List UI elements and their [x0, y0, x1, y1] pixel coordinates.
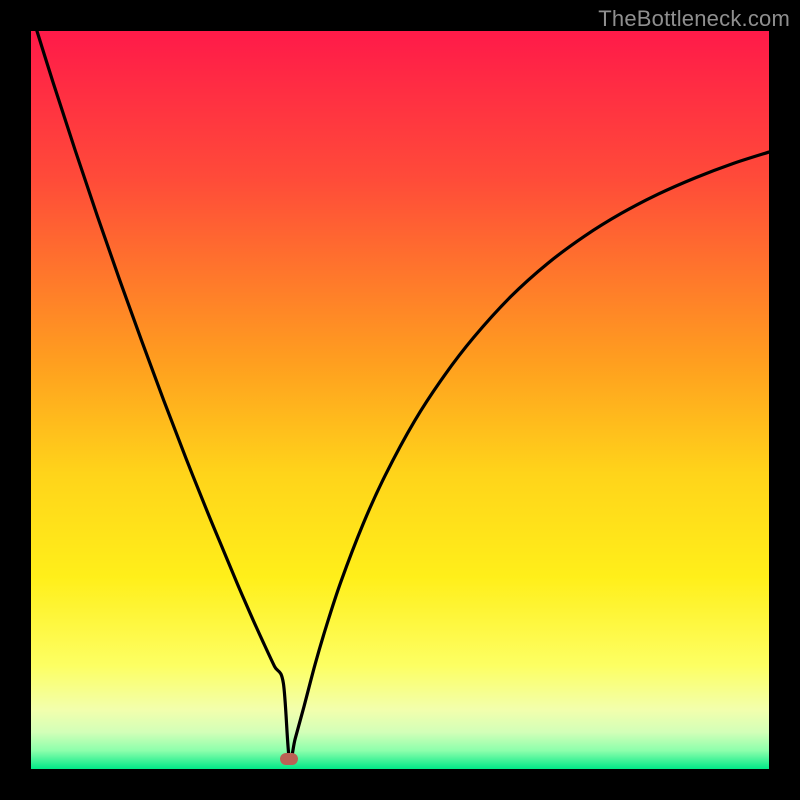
watermark-text: TheBottleneck.com [598, 6, 790, 32]
plot-area [31, 31, 769, 769]
bottleneck-curve [31, 31, 769, 769]
optimal-point-marker [280, 753, 298, 765]
chart-frame: TheBottleneck.com [0, 0, 800, 800]
